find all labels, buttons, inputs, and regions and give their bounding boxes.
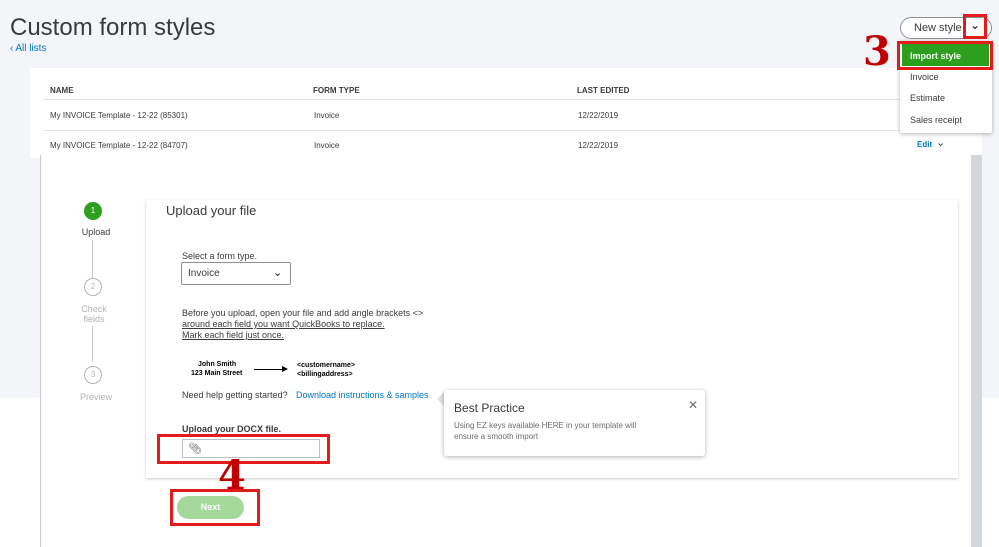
row-2-last-edited: 12/22/2019 xyxy=(578,141,619,150)
row-2-name: My INVOICE Template - 12-22 (84707) xyxy=(50,141,188,150)
step-2-indicator: 2 xyxy=(84,278,102,296)
all-lists-link[interactable]: ‹ All lists xyxy=(10,43,46,54)
menu-item-estimate[interactable]: Estimate xyxy=(910,93,945,103)
row-2-edit-link[interactable]: Edit xyxy=(917,140,932,149)
example-right-line-2: <billingaddress> xyxy=(297,371,353,378)
row-1-last-edited: 12/22/2019 xyxy=(578,111,619,120)
step-1-indicator: 1 xyxy=(84,202,102,220)
close-icon[interactable]: ✕ xyxy=(688,398,698,412)
table-divider xyxy=(43,130,981,131)
form-type-label: Select a form type. xyxy=(182,251,258,261)
tooltip-body-line-2: ensure a smooth import xyxy=(454,432,539,441)
step-1-label: Upload xyxy=(81,227,111,237)
column-header-last-edited[interactable]: LAST EDITED xyxy=(577,86,629,95)
chevron-down-icon: ⌄ xyxy=(273,267,283,279)
row-1-name: My INVOICE Template - 12-22 (85301) xyxy=(50,111,188,120)
row-2-form-type: Invoice xyxy=(314,141,340,150)
new-style-dropdown-toggle[interactable]: ⌄ xyxy=(963,14,987,39)
menu-item-invoice[interactable]: Invoice xyxy=(910,72,939,82)
form-type-select[interactable]: Invoice ⌄ xyxy=(181,262,291,285)
menu-item-sales-receipt[interactable]: Sales receipt xyxy=(910,115,962,125)
annotation-step-3: 3 xyxy=(863,28,891,75)
step-3-indicator: 3 xyxy=(84,366,102,384)
instruction-line-1: Before you upload, open your file and ad… xyxy=(182,308,424,318)
download-instructions-link[interactable]: Download instructions & samples xyxy=(296,390,429,400)
annotation-highlight-box xyxy=(170,489,260,526)
example-right-line-1: <customername> xyxy=(297,362,355,369)
chevron-left-icon: ‹ xyxy=(10,43,14,54)
step-2-label-text: Check fields xyxy=(81,304,107,324)
tooltip-title: Best Practice xyxy=(454,401,525,415)
row-1-form-type: Invoice xyxy=(314,111,340,120)
instruction-line-2: around each field you want QuickBooks to… xyxy=(182,319,385,329)
example-left-line-2: 123 Main Street xyxy=(191,370,243,377)
example-left-line-1: John Smith xyxy=(198,361,237,368)
arrow-icon xyxy=(254,369,284,370)
instruction-line-3: Mark each field just once. xyxy=(182,330,285,340)
step-2-label: Check fields xyxy=(74,304,114,324)
arrow-head-icon xyxy=(282,366,288,372)
table-divider xyxy=(43,99,981,100)
column-header-form-type[interactable]: FORM TYPE xyxy=(313,86,360,95)
step-connector xyxy=(92,326,93,362)
chevron-down-icon: ⌄ xyxy=(970,18,981,32)
page-title: Custom form styles xyxy=(10,14,216,41)
tooltip-caret xyxy=(437,392,444,406)
new-style-label: New style xyxy=(914,22,962,34)
step-3-label: Preview xyxy=(79,392,112,402)
all-lists-label: All lists xyxy=(15,43,47,54)
chevron-down-icon[interactable]: ⌄ xyxy=(936,136,945,149)
form-type-value: Invoice xyxy=(188,268,220,279)
help-text: Need help getting started? xyxy=(182,390,288,400)
card-title: Upload your file xyxy=(166,203,257,218)
upload-label: Upload your DOCX file. xyxy=(182,424,282,434)
column-header-name[interactable]: NAME xyxy=(50,86,74,95)
tooltip-body-line-1: Using EZ keys available HERE in your tem… xyxy=(454,421,637,430)
scrollbar[interactable] xyxy=(971,155,982,547)
annotation-highlight-box xyxy=(897,41,993,70)
